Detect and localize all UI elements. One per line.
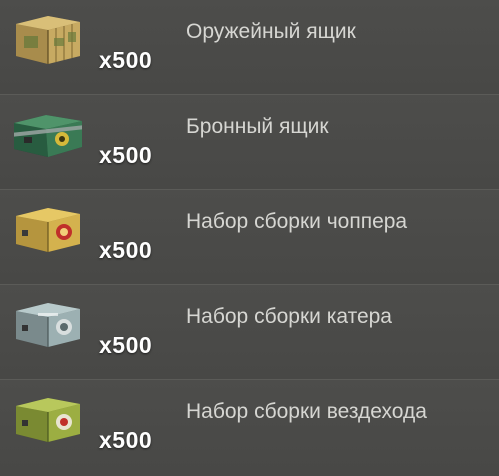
item-quantity: x500 [99,427,153,453]
boat-kit-crate-icon [10,295,86,351]
item-name: Бронный ящик [186,115,329,138]
item-name: Набор сборки вездехода [186,400,427,423]
reward-item-armor-crate[interactable]: x500 Бронный ящик [0,95,499,190]
item-name: Набор сборки чоппера [186,210,408,233]
item-name: Набор сборки катера [186,305,392,328]
item-quantity: x500 [99,237,153,263]
atv-kit-crate-icon [10,390,86,446]
item-quantity: x500 [99,142,153,168]
weapon-crate-icon [10,10,86,66]
item-quantity: x500 [99,47,153,73]
reward-item-chopper-kit[interactable]: x500 Набор сборки чоппера [0,190,499,285]
reward-item-atv-kit[interactable]: x500 Набор сборки вездехода [0,380,499,476]
item-quantity: x500 [99,332,153,358]
reward-item-list: x500 Оружейный ящик x500 Бронный ящик x5… [0,0,499,476]
reward-item-weapon-crate[interactable]: x500 Оружейный ящик [0,0,499,95]
item-name: Оружейный ящик [186,20,356,43]
reward-item-boat-kit[interactable]: x500 Набор сборки катера [0,285,499,380]
chopper-kit-crate-icon [10,200,86,256]
armor-crate-icon [10,105,86,161]
